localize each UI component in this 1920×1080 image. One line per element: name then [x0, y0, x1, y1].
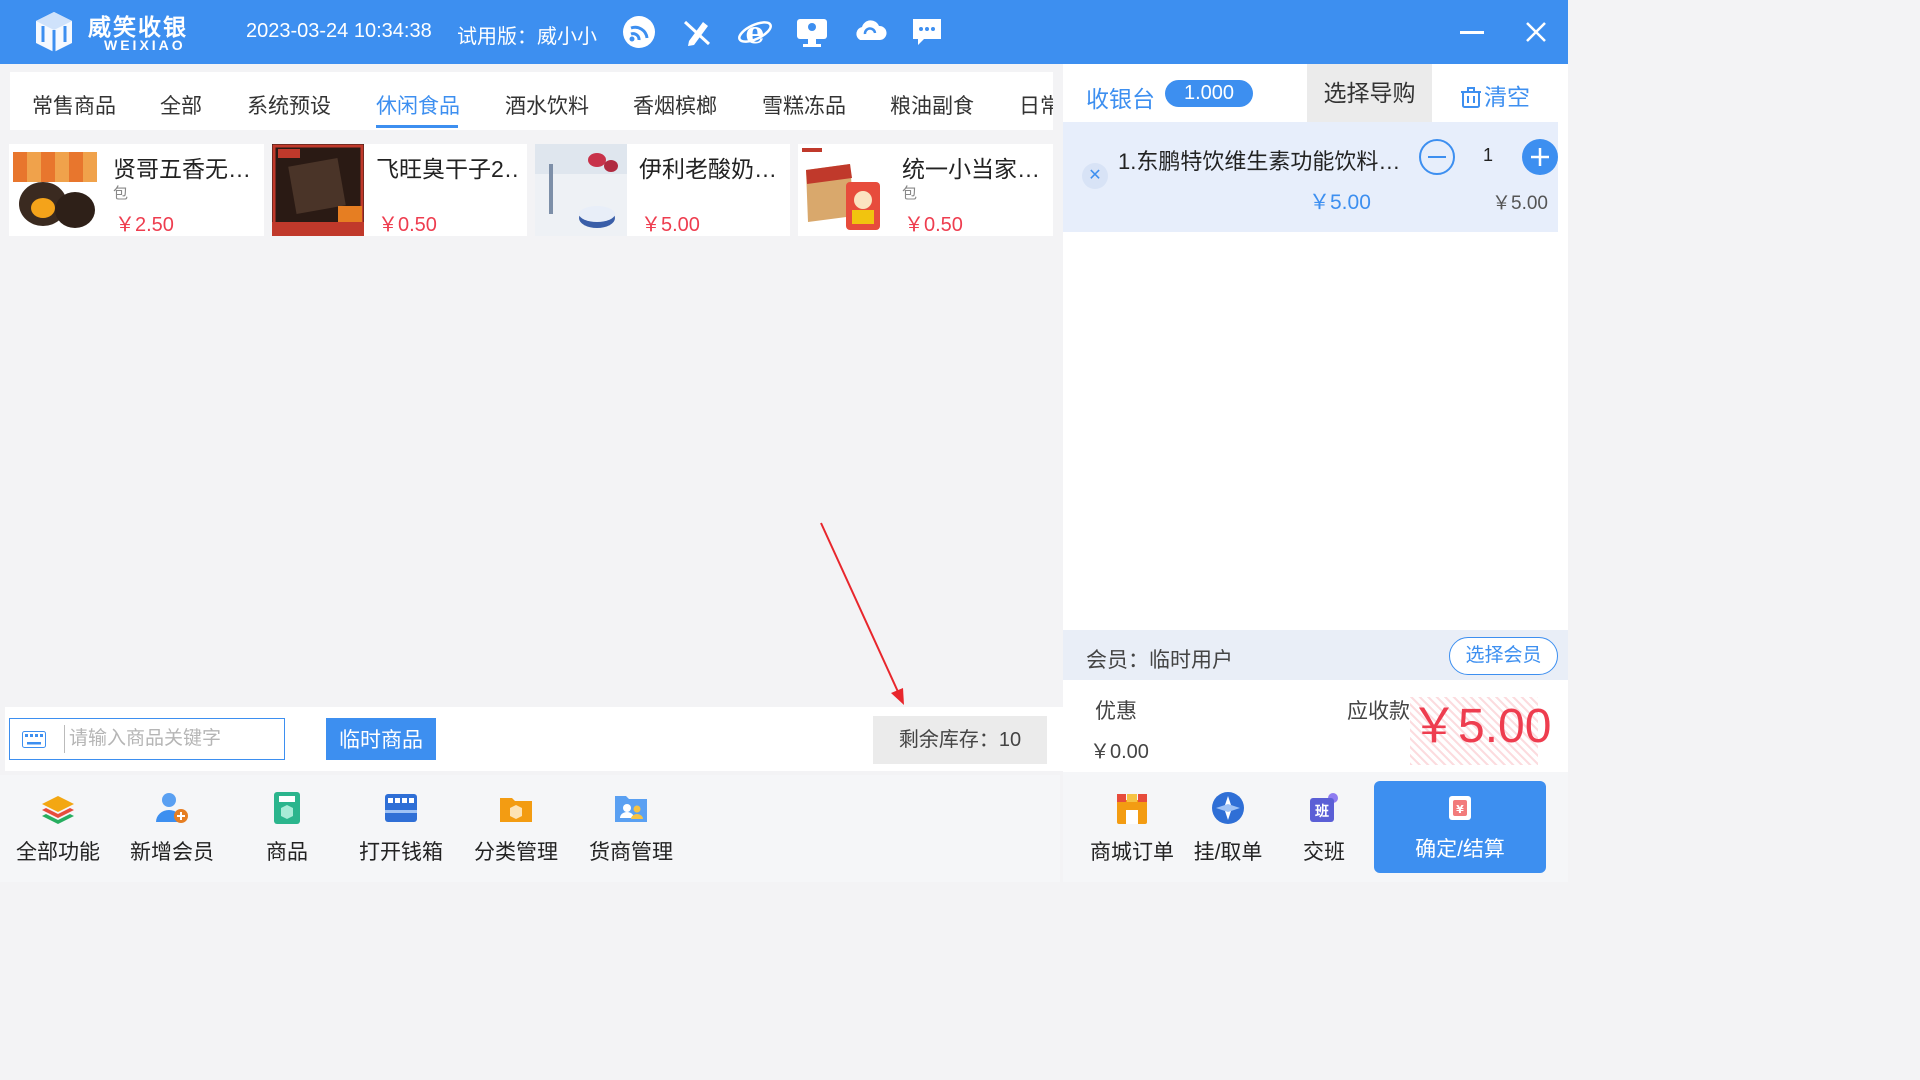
checkout-icon: ¥	[1449, 796, 1471, 820]
cashier-label: 收银台	[1086, 86, 1155, 112]
stock-remaining: 剩余库存：10	[873, 716, 1047, 764]
trash-icon	[1461, 87, 1481, 108]
tab-frequent[interactable]: 常售商品	[32, 90, 116, 120]
goods-icon	[274, 792, 300, 824]
product-price: ￥5.00	[641, 214, 700, 236]
title-bar: 威笑收银 WEIXIAO 2023-03-24 10:34:38 试用版：威小小…	[0, 0, 1568, 64]
wifi-icon[interactable]	[621, 14, 657, 50]
tool-label: 商品	[266, 841, 308, 864]
close-button[interactable]	[1520, 16, 1552, 48]
noodle-snack-image	[798, 144, 890, 236]
no-pen-icon[interactable]	[679, 14, 715, 50]
remote-desktop-icon[interactable]	[794, 14, 830, 50]
tab-all[interactable]: 全部	[160, 90, 202, 120]
tab-drinks[interactable]: 酒水饮料	[505, 90, 589, 120]
select-guide-button[interactable]: 选择导购	[1307, 64, 1432, 122]
product-name: 飞旺臭干子2…	[376, 156, 521, 182]
confirm-label: 确定/结算	[1415, 838, 1505, 861]
tool-label: 挂/取单	[1193, 841, 1263, 864]
cashier-badge: 1.000	[1165, 80, 1253, 107]
cloud-sync-icon[interactable]	[852, 14, 888, 50]
layers-icon	[42, 796, 74, 824]
tool-label: 打开钱箱	[359, 841, 443, 864]
cart-item-price: ￥5.00	[1309, 191, 1371, 214]
tab-frozen[interactable]: 雪糕冻品	[762, 90, 846, 120]
cart-item-total: ￥5.00	[1492, 193, 1548, 214]
tab-snacks[interactable]: 休闲食品	[376, 90, 460, 120]
svg-text:班: 班	[1315, 803, 1329, 820]
mall-order-icon	[1117, 794, 1147, 824]
tool-label: 交班	[1303, 841, 1345, 864]
search-input[interactable]	[64, 725, 278, 753]
message-icon[interactable]	[909, 14, 945, 50]
mall-order-button[interactable]: 商城订单	[1087, 790, 1177, 866]
category-tabs: 常售商品 全部 系统预设 休闲食品 酒水饮料 香烟槟榔 雪糕冻品 粮油副食 日常	[10, 72, 1053, 130]
amount-due-value: ￥5.00	[1410, 697, 1551, 765]
category-manage-button[interactable]: 分类管理	[466, 790, 566, 866]
discount-value: ￥0.00	[1090, 741, 1149, 763]
yogurt-image	[535, 144, 627, 236]
tab-daily[interactable]: 日常	[1019, 90, 1053, 120]
goods-button[interactable]: 商品	[237, 790, 337, 866]
product-card[interactable]: 伊利老酸奶… ￥5.00	[535, 144, 790, 236]
product-name: 统一小当家…	[902, 156, 1040, 182]
product-card[interactable]: 飞旺臭干子2… ￥0.50	[272, 144, 527, 236]
select-member-button[interactable]: 选择会员	[1449, 637, 1558, 675]
tool-label: 货商管理	[589, 841, 673, 864]
keyboard-icon[interactable]	[22, 731, 46, 748]
product-name: 贤哥五香无…	[113, 156, 251, 182]
category-icon	[500, 798, 532, 822]
clear-label: 清空	[1484, 84, 1530, 110]
decrease-qty-button[interactable]	[1418, 138, 1456, 176]
tool-label: 商城订单	[1090, 841, 1174, 864]
shift-handover-button[interactable]: 班 交班	[1279, 790, 1369, 866]
minimize-button[interactable]	[1456, 16, 1488, 48]
amount-due-label: 应收款	[1347, 700, 1410, 723]
product-price: ￥0.50	[904, 214, 963, 236]
tool-label: 新增会员	[130, 841, 214, 864]
svg-text:e: e	[745, 16, 764, 50]
open-cash-drawer-button[interactable]: 打开钱箱	[351, 790, 451, 866]
hold-order-button[interactable]: 挂/取单	[1183, 790, 1273, 866]
add-member-button[interactable]: 新增会员	[122, 790, 222, 866]
supplier-icon	[615, 796, 647, 822]
svg-text:¥: ¥	[1456, 803, 1464, 816]
search-box	[9, 718, 285, 760]
trial-user: 试用版：威小小	[457, 26, 597, 48]
dried-tofu-image	[272, 144, 364, 236]
product-unit: 包	[902, 185, 918, 202]
increase-qty-button[interactable]	[1521, 138, 1559, 176]
temp-goods-button[interactable]: 临时商品	[326, 718, 436, 760]
tab-system-preset[interactable]: 系统预设	[247, 90, 331, 120]
discount-label: 优惠	[1095, 700, 1137, 723]
active-tab-indicator	[376, 125, 458, 128]
product-name: 伊利老酸奶…	[639, 156, 777, 182]
tab-grocery[interactable]: 粮油副食	[890, 90, 974, 120]
member-label: 会员：临时用户	[1086, 649, 1233, 672]
all-functions-button[interactable]: 全部功能	[8, 790, 108, 866]
product-card[interactable]: 统一小当家… 包 ￥0.50	[798, 144, 1053, 236]
tool-label: 分类管理	[474, 841, 558, 864]
logo-icon	[36, 12, 72, 52]
brand-name-en: WEIXIAO	[104, 37, 186, 53]
egg-snack-image	[9, 144, 101, 236]
tool-label: 全部功能	[16, 841, 100, 864]
remove-item-icon[interactable]: ✕	[1082, 163, 1108, 189]
confirm-checkout-button[interactable]: ¥ 确定/结算	[1374, 781, 1546, 873]
cash-drawer-icon	[385, 794, 417, 822]
cart-item-name: 1.东鹏特饮维生素功能饮料…	[1118, 149, 1401, 174]
hold-order-icon	[1212, 792, 1244, 824]
supplier-manage-button[interactable]: 货商管理	[581, 790, 681, 866]
add-member-icon	[156, 793, 188, 823]
clear-cart-button[interactable]: 清空	[1460, 78, 1530, 112]
shift-icon: 班	[1310, 793, 1338, 822]
product-card[interactable]: 贤哥五香无… 包 ￥2.50	[9, 144, 264, 236]
product-price: ￥0.50	[378, 214, 437, 236]
product-unit: 包	[113, 185, 129, 202]
product-price: ￥2.50	[115, 214, 174, 236]
tab-tobacco[interactable]: 香烟槟榔	[633, 90, 717, 120]
cart-item-qty[interactable]: 1	[1483, 145, 1493, 166]
datetime: 2023-03-24 10:34:38	[246, 20, 432, 42]
browser-icon[interactable]: e	[737, 14, 773, 50]
